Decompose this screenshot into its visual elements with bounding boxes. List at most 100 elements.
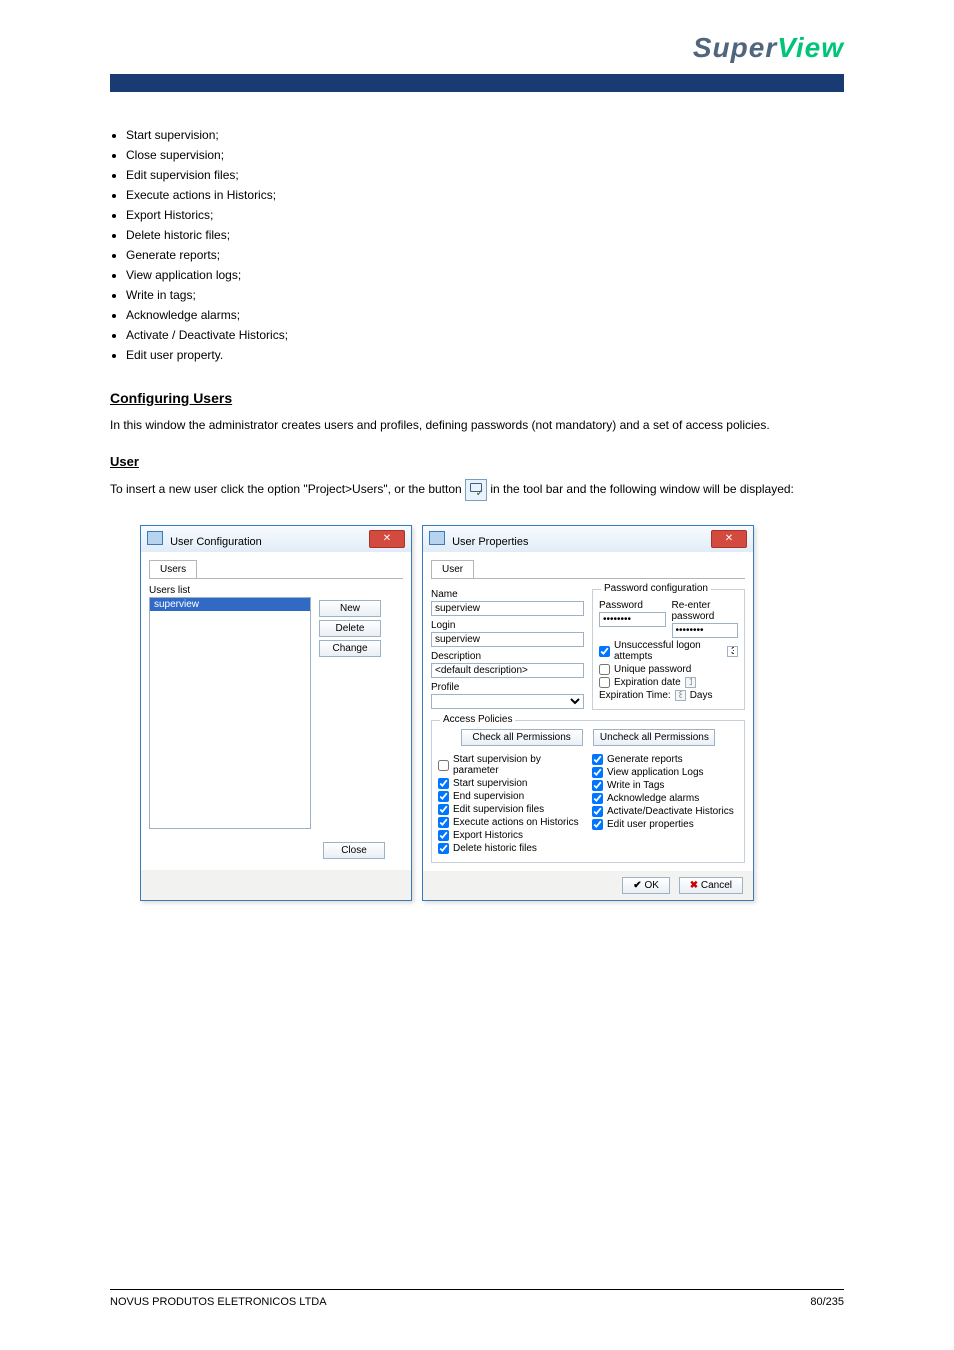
policy-checkbox[interactable]	[438, 843, 449, 854]
list-item[interactable]: superview	[150, 598, 310, 611]
exptime-label: Expiration Time:	[599, 690, 671, 701]
list-item: Generate reports;	[126, 248, 844, 262]
policy-row: Generate reports	[592, 754, 738, 765]
window-title-text: User Properties	[452, 536, 528, 548]
list-item: Export Historics;	[126, 208, 844, 222]
window-icon	[147, 531, 163, 545]
policy-checkbox[interactable]	[592, 819, 603, 830]
desc-label: Description	[431, 651, 584, 662]
logo-post: View	[777, 32, 844, 63]
policy-label: View application Logs	[607, 767, 704, 778]
policy-row: End supervision	[438, 791, 584, 802]
list-item: Write in tags;	[126, 288, 844, 302]
uncheck-all-button[interactable]: Uncheck all Permissions	[593, 729, 715, 746]
tab-users[interactable]: Users	[149, 560, 197, 578]
desc-field[interactable]	[431, 663, 584, 678]
policy-row: Execute actions on Historics	[438, 817, 584, 828]
new-button[interactable]: New	[319, 600, 381, 617]
policy-label: Activate/Deactivate Historics	[607, 806, 734, 817]
delete-button[interactable]: Delete	[319, 620, 381, 637]
expdate-field	[685, 677, 696, 688]
close-icon[interactable]: ✕	[711, 530, 747, 548]
expdate-label: Expiration date	[614, 677, 681, 688]
cancel-button[interactable]: ✖ Cancel	[679, 877, 743, 894]
window-title: User Properties	[429, 531, 528, 548]
footer-left: NOVUS PRODUTOS ELETRONICOS LTDA	[110, 1296, 327, 1308]
users-listbox[interactable]: superview	[149, 597, 311, 829]
header-divider	[110, 74, 844, 92]
policy-checkbox[interactable]	[592, 754, 603, 765]
window-title-text: User Configuration	[170, 536, 262, 548]
password-field[interactable]	[599, 612, 666, 627]
exptime-field	[675, 690, 686, 701]
policy-label: Edit supervision files	[453, 804, 544, 815]
login-label: Login	[431, 620, 584, 631]
login-field[interactable]	[431, 632, 584, 647]
list-item: Edit supervision files;	[126, 168, 844, 182]
section-title: Configuring Users	[110, 390, 844, 406]
name-label: Name	[431, 589, 584, 600]
list-item: Execute actions in Historics;	[126, 188, 844, 202]
policy-label: Generate reports	[607, 754, 683, 765]
list-item: Close supervision;	[126, 148, 844, 162]
policy-checkbox[interactable]	[592, 767, 603, 778]
policy-row: View application Logs	[592, 767, 738, 778]
close-button[interactable]: Close	[323, 842, 385, 859]
policy-checkbox[interactable]	[592, 780, 603, 791]
brand-logo: SuperView	[0, 0, 954, 74]
pwd-group-title: Password configuration	[601, 583, 711, 594]
howto-b: in the tool bar and the following window…	[490, 482, 794, 496]
policy-checkbox[interactable]	[438, 791, 449, 802]
policy-checkbox[interactable]	[438, 804, 449, 815]
unique-pwd-checkbox[interactable]	[599, 664, 610, 675]
ok-button[interactable]: ✔ OK	[622, 877, 670, 894]
ok-label: OK	[644, 880, 658, 891]
change-button[interactable]: Change	[319, 640, 381, 657]
check-icon: ✔	[633, 880, 641, 891]
expdate-checkbox[interactable]	[599, 677, 610, 688]
policy-row: Acknowledge alarms	[592, 793, 738, 804]
policy-label: Start supervision	[453, 778, 527, 789]
policy-checkbox[interactable]	[438, 830, 449, 841]
policy-checkbox[interactable]	[438, 760, 449, 771]
policy-checkbox[interactable]	[438, 817, 449, 828]
policy-checkbox[interactable]	[592, 806, 603, 817]
policy-checkbox[interactable]	[438, 778, 449, 789]
policy-row: Start supervision by parameter	[438, 754, 584, 776]
cancel-label: Cancel	[701, 880, 732, 891]
list-item: Activate / Deactivate Historics;	[126, 328, 844, 342]
policy-row: Edit user properties	[592, 819, 738, 830]
users-list-label: Users list	[149, 585, 403, 596]
profile-label: Profile	[431, 682, 584, 693]
list-item: Edit user property.	[126, 348, 844, 362]
policies-group-title: Access Policies	[440, 714, 515, 725]
policy-label: Acknowledge alarms	[607, 793, 699, 804]
footer-right: 80/235	[810, 1296, 844, 1308]
name-field[interactable]	[431, 601, 584, 616]
policy-label: Execute actions on Historics	[453, 817, 579, 828]
unsuccessful-checkbox[interactable]	[599, 646, 610, 657]
unsuccessful-field[interactable]	[727, 646, 738, 657]
user-config-window: User Configuration ✕ Users Users list su…	[140, 525, 412, 901]
policy-label: Write in Tags	[607, 780, 664, 791]
howto-a: To insert a new user click the option "P…	[110, 482, 465, 496]
list-item: Start supervision;	[126, 128, 844, 142]
howto-text: To insert a new user click the option "P…	[110, 479, 844, 501]
user-properties-window: User Properties ✕ User Name Login Descri…	[422, 525, 754, 901]
policy-label: Export Historics	[453, 830, 523, 841]
check-all-button[interactable]: Check all Permissions	[461, 729, 583, 746]
policy-label: End supervision	[453, 791, 524, 802]
window-icon	[429, 531, 445, 545]
reenter-password-field[interactable]	[672, 623, 739, 638]
policy-checkbox[interactable]	[592, 793, 603, 804]
policy-row: Start supervision	[438, 778, 584, 789]
window-title: User Configuration	[147, 531, 262, 548]
pwd-label: Password	[599, 600, 666, 611]
policy-label: Start supervision by parameter	[453, 754, 584, 776]
intro-text: In this window the administrator creates…	[110, 416, 844, 434]
profile-select[interactable]	[431, 694, 584, 709]
close-icon[interactable]: ✕	[369, 530, 405, 548]
days-label: Days	[690, 690, 713, 701]
tab-user[interactable]: User	[431, 560, 474, 578]
x-icon: ✖	[690, 880, 698, 891]
